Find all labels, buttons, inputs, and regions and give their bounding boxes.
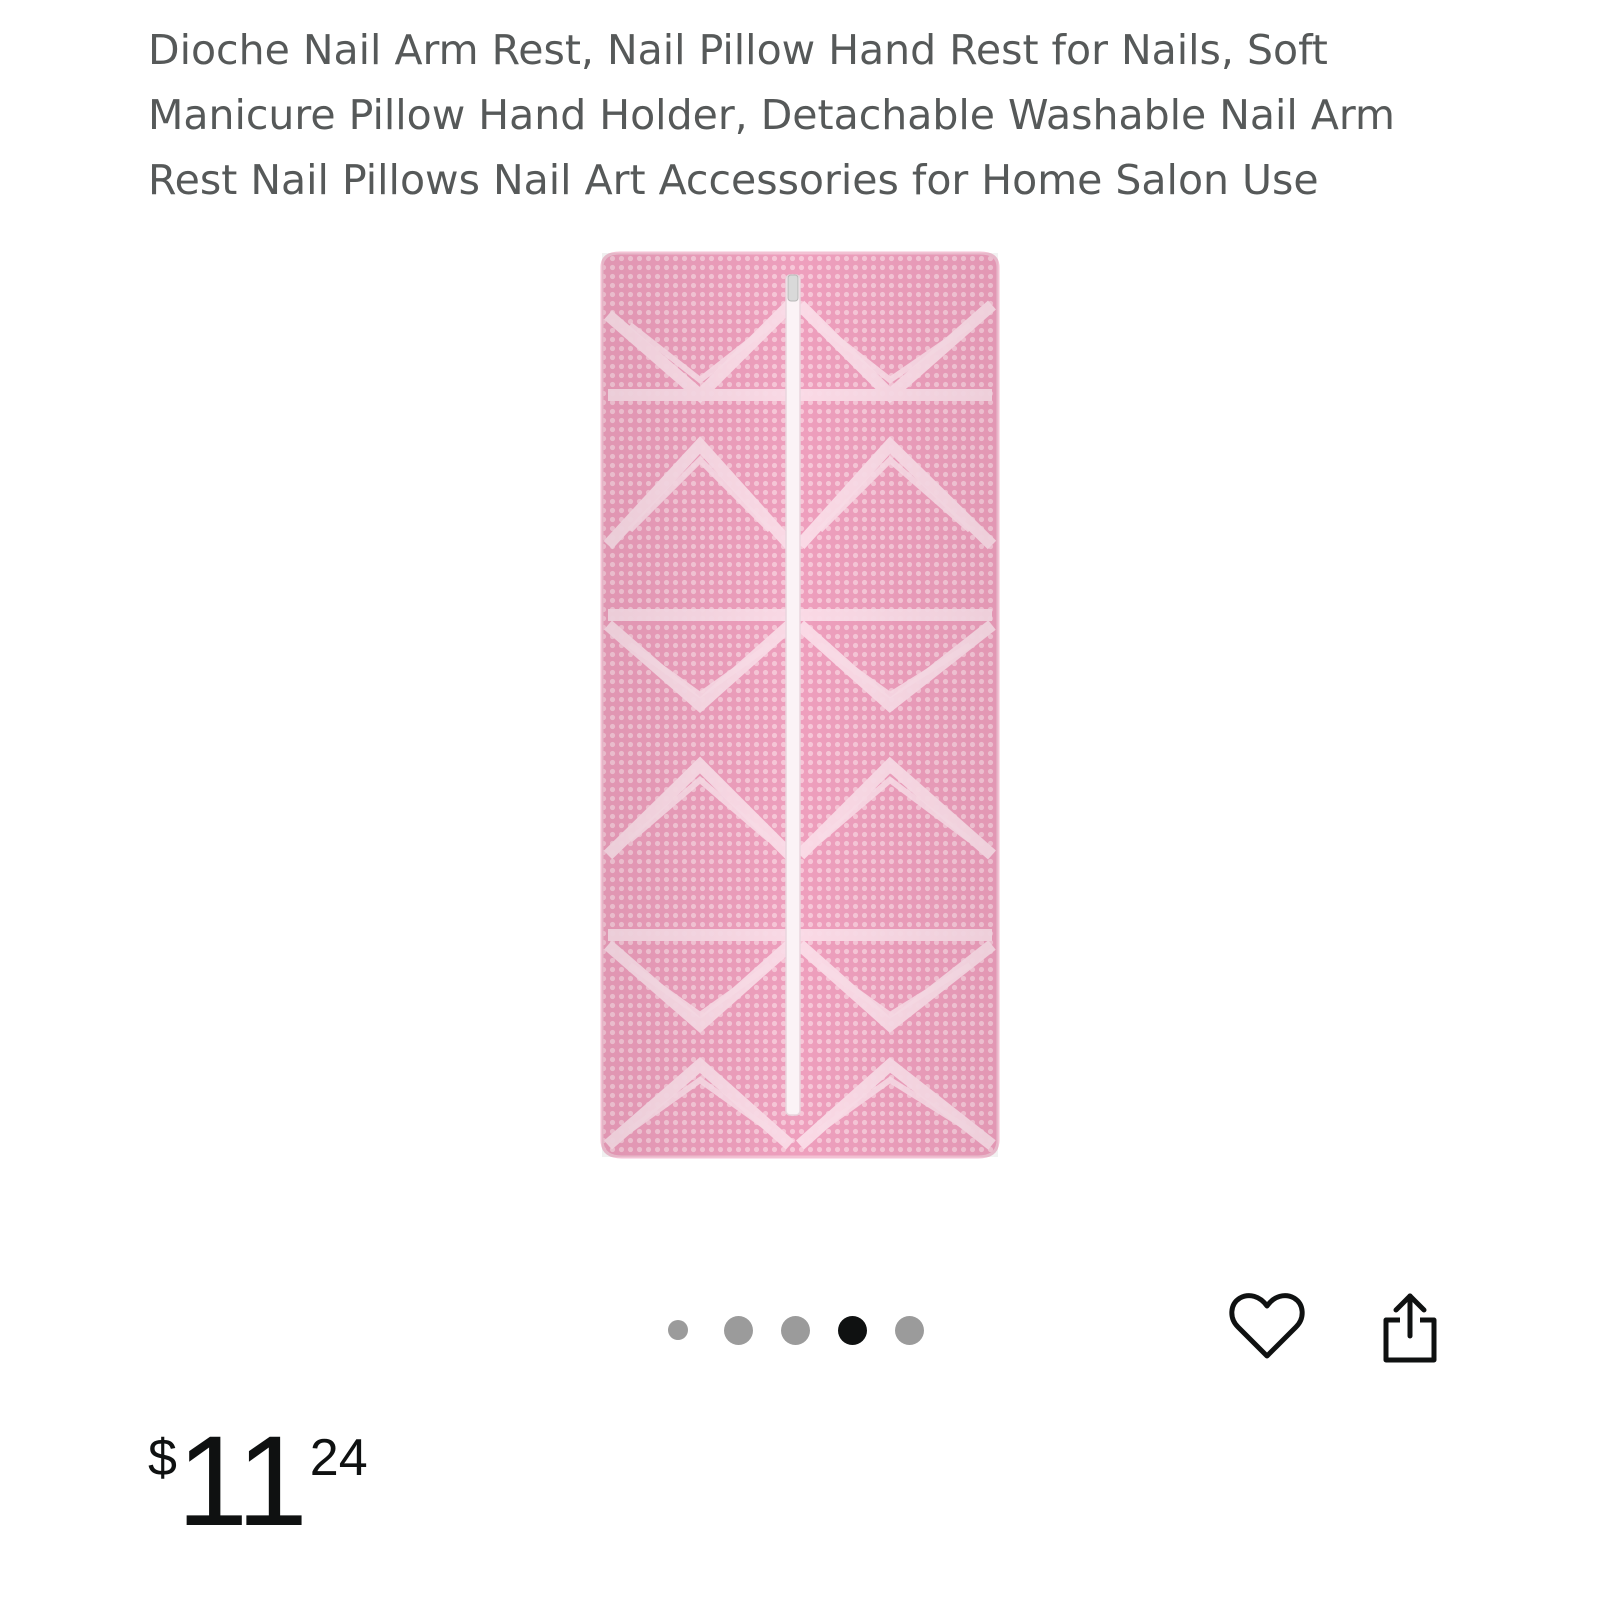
carousel-dot-5[interactable] [895, 1315, 924, 1345]
product-title: Dioche Nail Arm Rest, Nail Pillow Hand R… [148, 26, 1395, 204]
price-currency-symbol: $ [148, 1429, 177, 1487]
wishlist-button[interactable] [1228, 1290, 1306, 1362]
carousel-dot-3[interactable] [781, 1315, 810, 1345]
image-carousel-indicator [668, 1310, 952, 1350]
share-icon [1383, 1293, 1437, 1363]
share-button[interactable] [1378, 1290, 1442, 1366]
product-image[interactable] [590, 245, 1010, 1180]
nail-pillow-illustration [600, 251, 1000, 1159]
carousel-dot-2[interactable] [724, 1315, 753, 1345]
price-fraction: 24 [309, 1429, 368, 1487]
heart-outline-icon [1229, 1293, 1305, 1359]
price: $ 11 24 [148, 1410, 368, 1553]
carousel-dot-4-active[interactable] [838, 1315, 867, 1345]
price-whole: 11 [176, 1410, 308, 1553]
carousel-dot-1[interactable] [668, 1320, 688, 1340]
